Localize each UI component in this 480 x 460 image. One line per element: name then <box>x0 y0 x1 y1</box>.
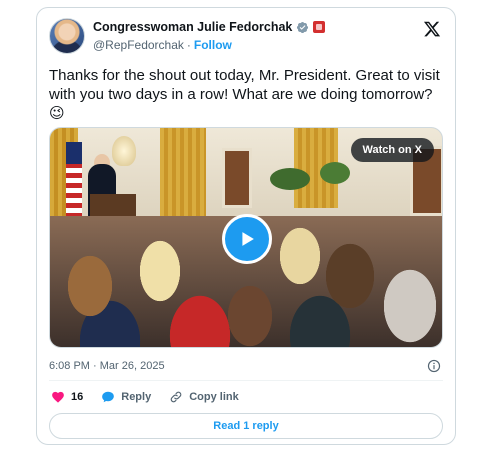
separator-dot: · <box>186 38 191 52</box>
tweet-card[interactable]: Congresswoman Julie Fedorchak @RepFedorc… <box>36 7 456 445</box>
door-center <box>222 148 252 208</box>
tweet-video[interactable]: Watch on X <box>49 127 443 348</box>
read-replies-button[interactable]: Read 1 reply <box>49 413 443 439</box>
verified-badge-icon <box>297 21 309 33</box>
plant-left <box>270 168 310 190</box>
chandelier <box>112 136 136 166</box>
reply-button[interactable]: Reply <box>101 390 151 404</box>
like-button[interactable]: 16 <box>51 390 83 404</box>
author-handle[interactable]: @RepFedorchak <box>93 38 184 52</box>
link-icon <box>170 391 182 403</box>
like-count: 16 <box>71 391 84 403</box>
play-icon <box>242 232 254 246</box>
divider <box>49 380 443 381</box>
author-name[interactable]: Congresswoman Julie Fedorchak <box>93 20 292 34</box>
tweet-text: Thanks for the shout out today, Mr. Pres… <box>49 67 440 122</box>
reply-label: Reply <box>121 391 152 403</box>
heart-icon <box>52 391 64 403</box>
info-icon[interactable] <box>427 359 441 373</box>
tweet-actions: 16 Reply Copy link <box>51 386 239 408</box>
copy-link-label: Copy link <box>189 391 239 403</box>
x-logo-icon[interactable] <box>423 20 441 38</box>
copy-link-button[interactable]: Copy link <box>169 390 239 404</box>
author-name-row: Congresswoman Julie Fedorchak <box>93 20 326 34</box>
tweet-timestamp[interactable]: 6:08 PM · Mar 26, 2025 <box>49 360 165 372</box>
curtain-middle <box>160 128 206 223</box>
timestamp-row: 6:08 PM · Mar 26, 2025 <box>49 356 441 376</box>
watch-on-x-button[interactable]: Watch on X <box>350 138 434 162</box>
plant-right <box>320 162 350 184</box>
tweet-header: Congresswoman Julie Fedorchak @RepFedorc… <box>49 16 443 56</box>
reply-bubble-icon <box>102 391 115 403</box>
author-handle-row: @RepFedorchak · Follow <box>93 38 232 52</box>
house-seal-badge-icon <box>313 21 326 33</box>
author-avatar[interactable] <box>49 18 85 54</box>
play-button[interactable] <box>222 214 272 264</box>
follow-button[interactable]: Follow <box>194 38 232 52</box>
us-flag-canton <box>66 142 82 164</box>
